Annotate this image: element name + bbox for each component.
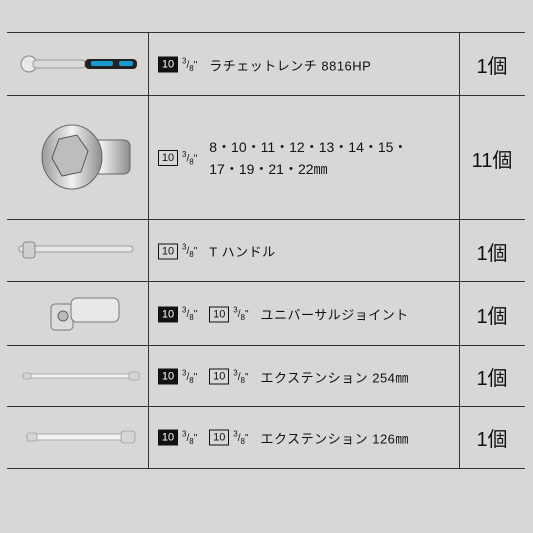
description-cell: 10 3/8" 10 3/8" エクステンション 126㎜ [148,407,460,468]
fraction-label: 3/8" [233,305,249,323]
quantity-cell: 1個 [476,305,508,328]
table-row: 10 3/8" 10 3/8" エクステンション 254㎜ 1個 [7,345,525,407]
fraction-label: 3/8" [233,429,249,446]
size-badge: 10 [158,368,178,385]
image-cell [7,282,149,346]
size-badge: 10 [158,56,178,73]
quantity-cell: 1個 [476,242,508,265]
size-badge: 10 [158,306,178,322]
size-badge: 10 [209,368,230,385]
image-cell [7,96,149,220]
table-row: 10 3/8" 10 3/8" エクステンション 126㎜ 1個 [7,406,525,469]
fraction-label: 3/8" [182,305,198,323]
universal-joint-icon [50,297,120,331]
description-cell: 10 3/8" 10 3/8" エクステンション 254㎜ [148,346,460,407]
item-name: ユニバーサルジョイント [260,307,409,323]
quantity-cell: 1個 [476,56,508,78]
image-cell [7,33,149,96]
table-row: 10 3/8" 8・10・11・12・13・14・15・ 17・19・21・22… [7,95,525,220]
table-row: 10 3/8" ラチェットレンチ 8816HP 1個 [7,32,525,96]
fraction-label: 3/8" [182,242,198,260]
table-row: 10 3/8" 10 3/8" ユニバーサルジョイント 1個 [7,281,525,346]
item-name: エクステンション 126㎜ [260,431,409,446]
image-cell [7,407,149,468]
quantity-cell: 1個 [476,429,508,451]
item-name: 8・10・11・12・13・14・15・ 17・19・21・22㎜ [209,139,408,177]
socket-icon [41,124,131,190]
fraction-label: 3/8" [233,368,249,385]
t-handle-icon [18,241,134,259]
fraction-label: 3/8" [182,149,198,167]
size-badge: 10 [158,243,178,259]
fraction-label: 3/8" [182,368,198,385]
size-badge: 10 [158,429,178,446]
fraction-label: 3/8" [182,429,198,446]
fraction-label: 3/8" [182,56,198,73]
item-name: T ハンドル [209,244,276,260]
size-badge: 10 [158,150,178,166]
image-cell [7,346,149,407]
description-cell: 10 3/8" T ハンドル [148,220,460,282]
description-cell: 10 3/8" ラチェットレンチ 8816HP [148,33,460,96]
item-name: ラチェットレンチ 8816HP [209,58,372,73]
parts-table: 10 3/8" ラチェットレンチ 8816HP 1個 10 3/8" 8・10・… [0,0,533,533]
extension-short-icon [26,430,136,444]
table-row: 10 3/8" T ハンドル 1個 [7,219,525,282]
size-badge: 10 [209,306,230,322]
quantity-cell: 1個 [476,368,508,390]
item-name: エクステンション 254㎜ [260,370,409,385]
description-cell: 10 3/8" 10 3/8" ユニバーサルジョイント [148,282,460,346]
extension-long-icon [22,371,140,381]
size-badge: 10 [209,429,230,446]
quantity-cell: 11個 [471,149,513,172]
image-cell [7,220,149,282]
ratchet-wrench-icon [20,55,137,73]
description-cell: 10 3/8" 8・10・11・12・13・14・15・ 17・19・21・22… [148,96,460,220]
